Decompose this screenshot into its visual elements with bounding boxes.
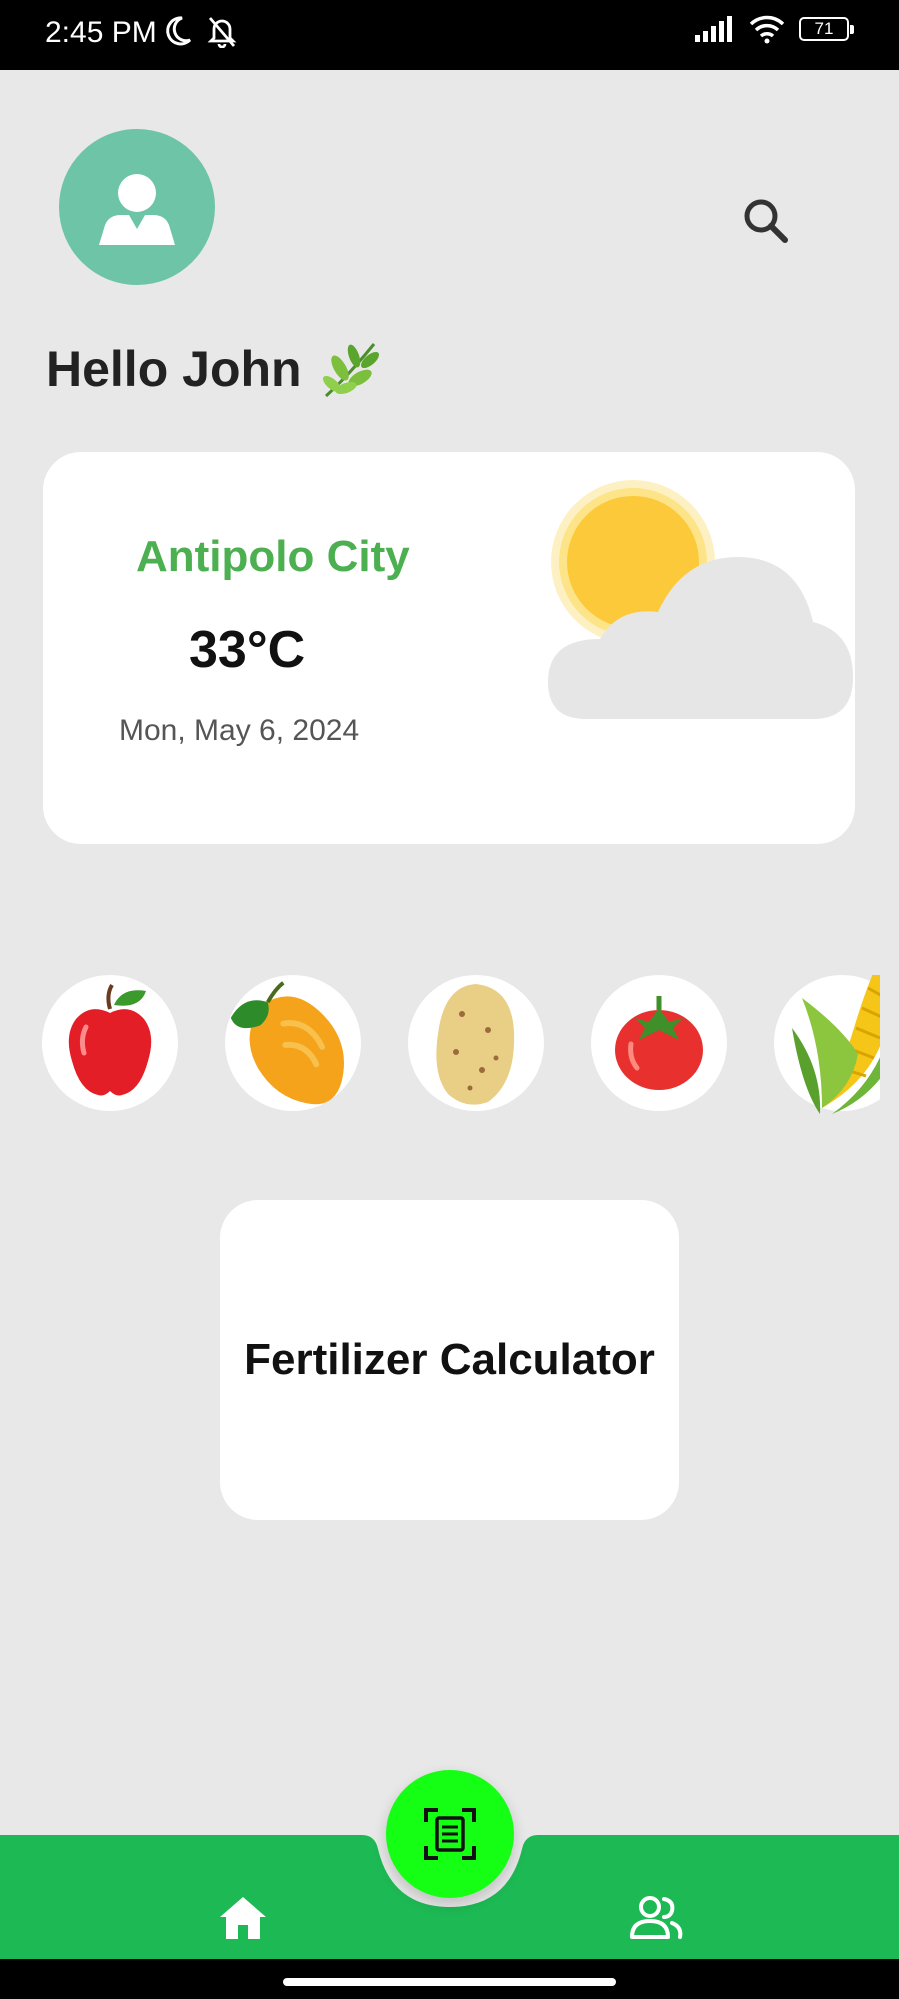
weather-date: Mon, May 6, 2024 <box>119 714 360 747</box>
scan-fab-button[interactable] <box>386 1770 514 1898</box>
status-right-icons: 71 <box>693 14 854 44</box>
weather-temperature: 33°C <box>189 621 306 679</box>
fertilizer-calculator-card[interactable]: Fertilizer Calculator <box>220 1200 679 1520</box>
produce-row <box>0 975 880 1125</box>
signal-icon <box>695 16 732 42</box>
nav-users-button[interactable] <box>628 1895 684 1941</box>
produce-item-mango[interactable] <box>225 975 361 1111</box>
weather-city: Antipolo City <box>136 532 410 581</box>
nav-home-button[interactable] <box>218 1895 268 1941</box>
status-bar: 2:45 PM 71 <box>0 0 899 70</box>
scan-icon <box>424 1808 476 1860</box>
greeting-text: Hello John <box>46 341 302 397</box>
corn-icon <box>792 975 880 1114</box>
partly-cloudy-icon <box>548 480 853 719</box>
user-icon <box>99 174 175 245</box>
wifi-icon <box>749 15 785 44</box>
mango-icon <box>230 981 344 1105</box>
search-icon <box>744 199 788 243</box>
produce-item-corn[interactable] <box>774 975 880 1114</box>
tomato-icon <box>615 996 703 1090</box>
fertilizer-calculator-label: Fertilizer Calculator <box>244 1335 655 1384</box>
users-icon <box>630 1896 683 1939</box>
avatar[interactable] <box>59 129 215 285</box>
produce-item-apple[interactable] <box>42 975 178 1111</box>
bell-off-icon <box>207 17 237 48</box>
status-time: 2:45 PM <box>45 16 157 49</box>
search-button[interactable] <box>735 190 795 250</box>
weather-card[interactable]: Antipolo City 33°C Mon, May 6, 2024 <box>43 452 855 844</box>
apple-icon <box>68 983 152 1096</box>
herb-icon <box>322 343 379 398</box>
produce-item-tomato[interactable] <box>591 975 727 1111</box>
home-icon <box>220 1897 266 1939</box>
produce-item-potato[interactable] <box>408 975 544 1111</box>
home-indicator[interactable] <box>283 1978 616 1986</box>
battery-indicator: 71 <box>799 17 854 41</box>
status-left-icons <box>162 14 238 48</box>
potato-icon <box>436 984 515 1105</box>
greeting: Hello John <box>46 338 382 400</box>
moon-icon <box>166 16 192 46</box>
